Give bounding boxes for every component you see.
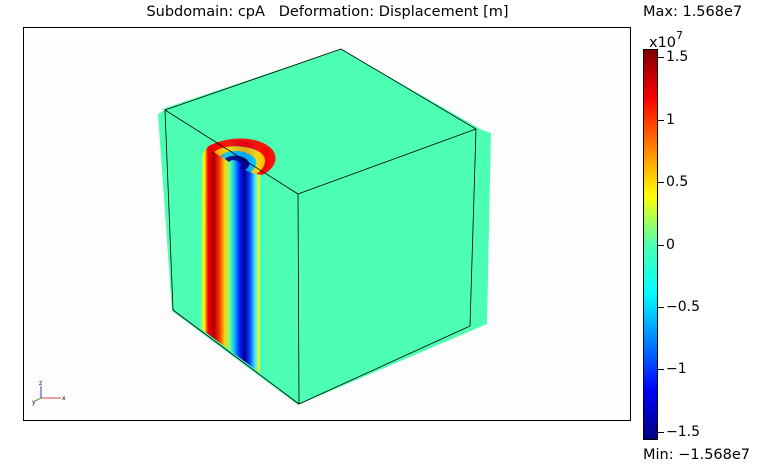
triad-x-label: x [62,395,66,402]
colorbar [643,49,658,440]
colorbar-tick-label: 0.5 [666,174,689,191]
colorbar-tick-label: 0 [666,236,675,253]
colorbar-tick-label: 1.5 [666,49,689,66]
colorbar-exponent-power: 7 [676,29,684,42]
colorbar-tick [658,244,664,246]
colorbar-tick-label: 1 [666,111,675,128]
colorbar-tick-label: −1.5 [666,423,700,440]
colorbar-tick [658,431,664,433]
colorbar-tick [658,57,664,59]
axes-triad: x y z [32,380,66,406]
colorbar-exponent: x107 [649,29,684,51]
colorbar-tick-label: −1 [666,361,687,378]
colorbar-max-label: Max: 1.568e7 [643,4,743,20]
plot-area[interactable]: x y z [23,27,631,421]
triad-z-label: z [39,380,42,387]
colorbar-tick [658,306,664,308]
colorbar-tick [658,182,664,184]
colorbar-min-label: Min: −1.568e7 [643,447,751,463]
cube-render[interactable]: x y z [24,28,632,422]
colorbar-tick [658,369,664,371]
plot-title: Subdomain: cpA Deformation: Displacement… [146,4,509,20]
triad-y-label: y [32,399,36,406]
colorbar-tick-label: −0.5 [666,298,700,315]
colorbar-tick [658,119,664,121]
